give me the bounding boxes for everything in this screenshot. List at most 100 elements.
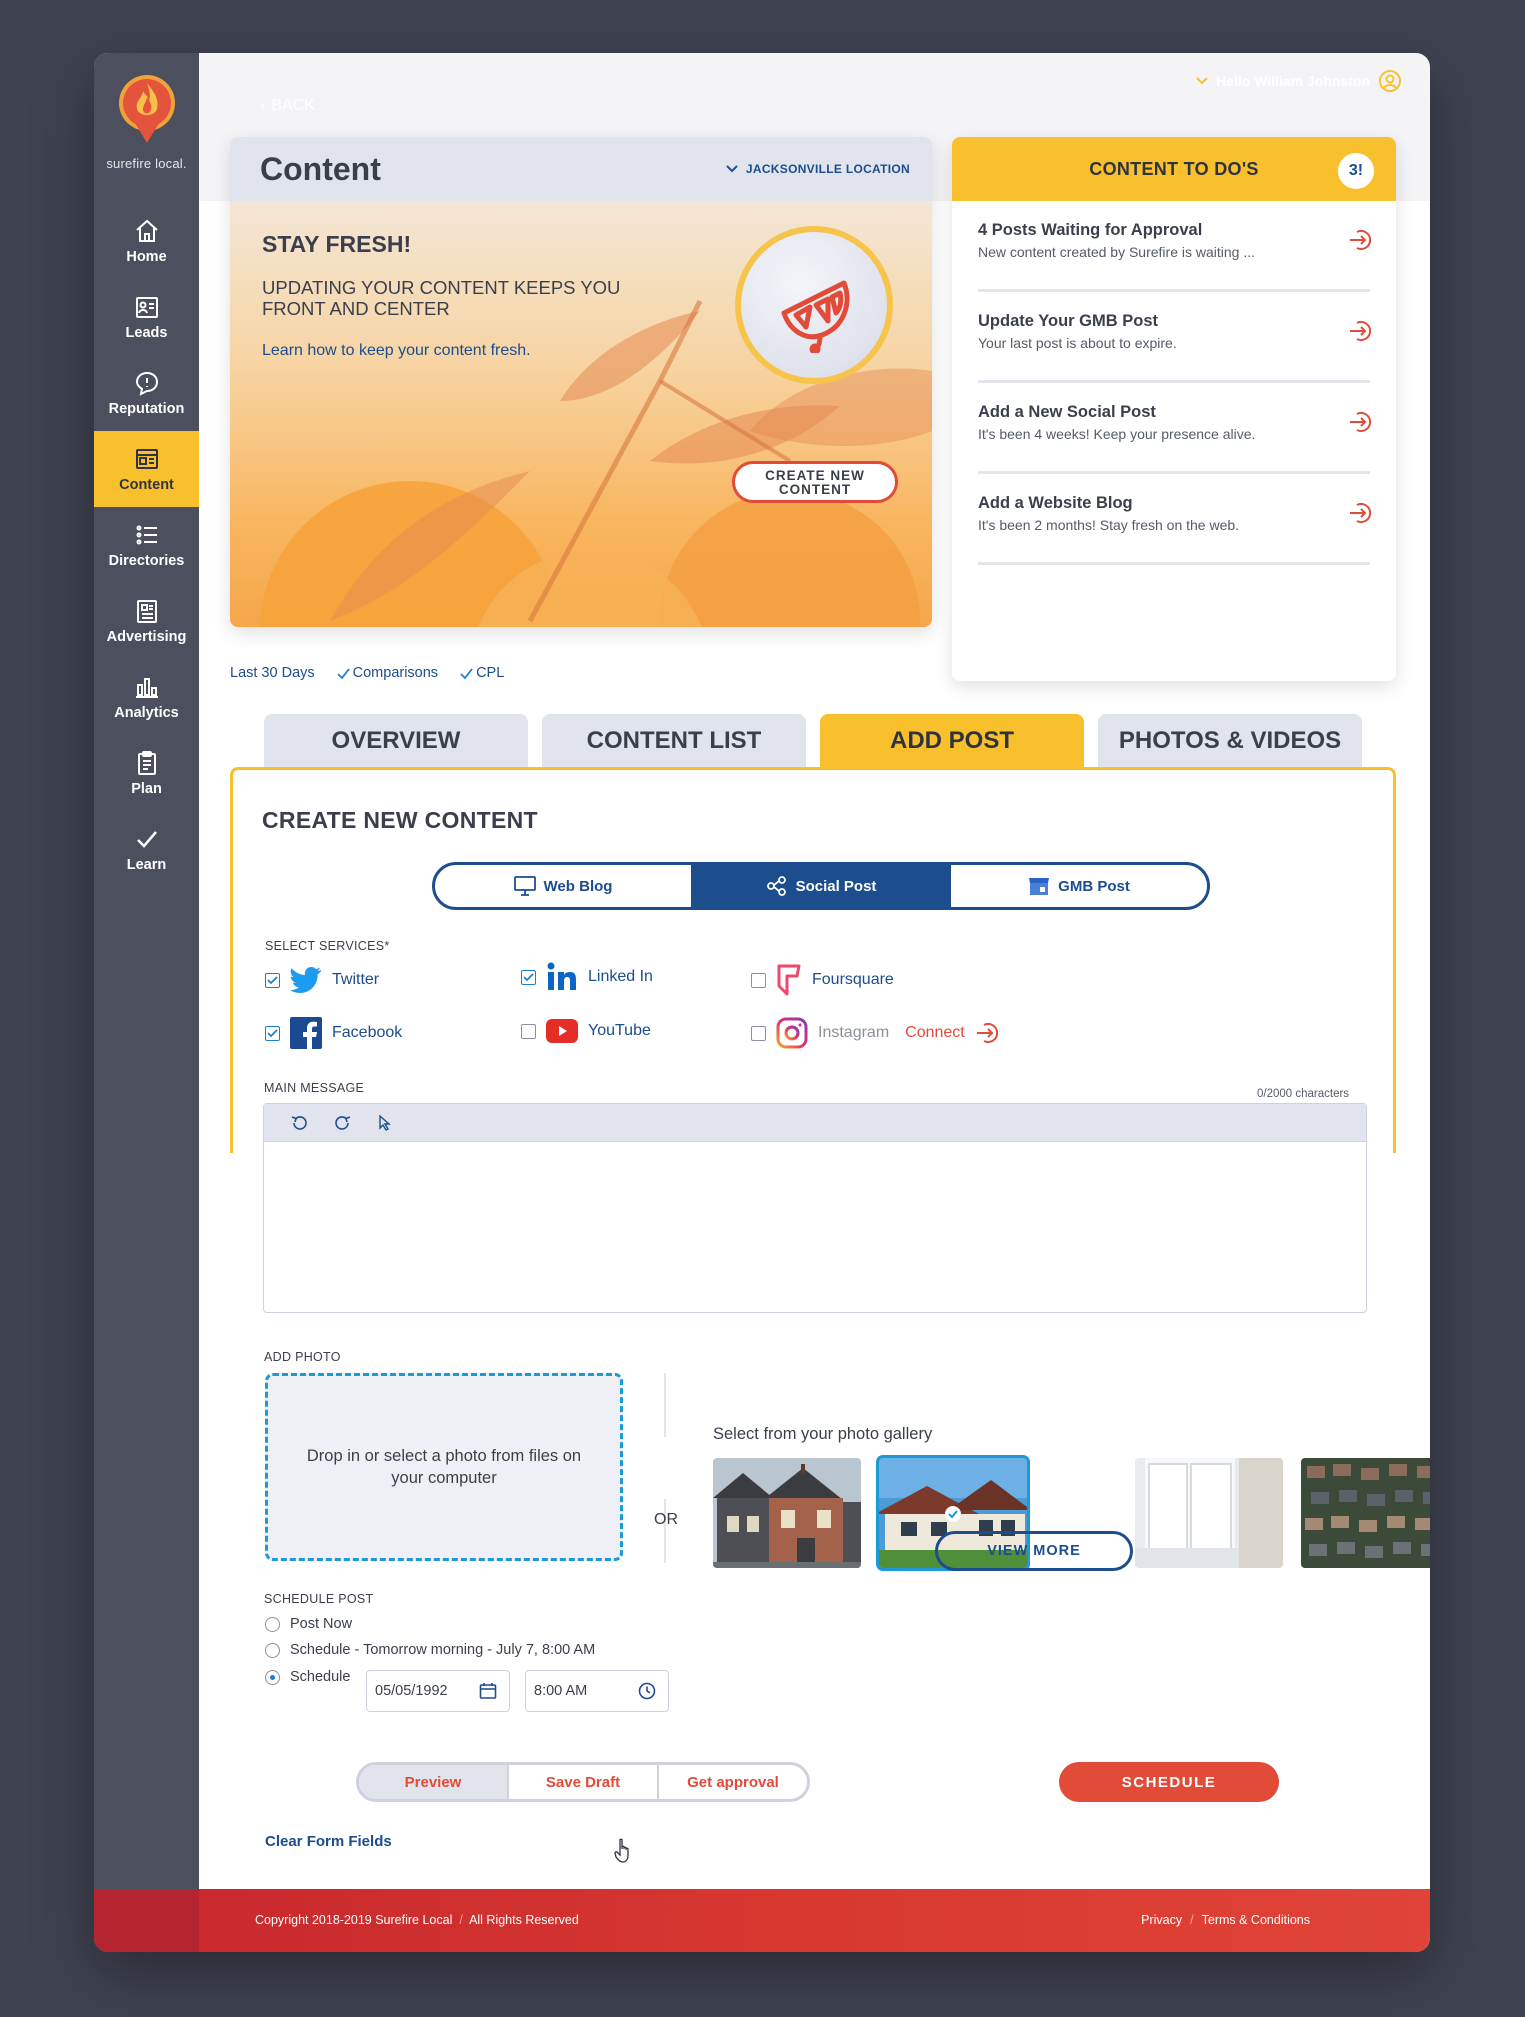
gmb-post-option[interactable]: GMB Post — [951, 865, 1207, 907]
content-todos-card: CONTENT TO DO'S 3! 4 Posts Waiting for A… — [952, 137, 1396, 681]
service-twitter[interactable]: Twitter — [265, 966, 379, 994]
todos-title: CONTENT TO DO'S — [1089, 158, 1259, 179]
undo-icon[interactable] — [290, 1114, 308, 1132]
comparisons-toggle[interactable]: Comparisons — [337, 665, 438, 681]
foursquare-checkbox[interactable] — [751, 972, 766, 988]
todo-item[interactable]: Add a New Social Post It's been 4 weeks!… — [978, 383, 1372, 474]
facebook-checkbox[interactable] — [265, 1025, 280, 1041]
todo-description: Your last post is about to expire. — [978, 335, 1177, 351]
tab-add-post[interactable]: ADD POST — [820, 714, 1084, 768]
sidebar-item-plan[interactable]: Plan — [94, 735, 199, 811]
gallery-photo[interactable] — [1301, 1458, 1430, 1568]
tab-overview[interactable]: OVERVIEW — [264, 714, 528, 768]
hero-learn-link[interactable]: Learn how to keep your content fresh. — [262, 342, 531, 360]
preview-button[interactable]: Preview — [359, 1765, 509, 1799]
sidebar-item-reputation[interactable]: Reputation — [94, 355, 199, 431]
social-post-option[interactable]: Social Post — [693, 865, 951, 907]
create-new-content-button[interactable]: CREATE NEW CONTENT — [732, 461, 898, 503]
sidebar-item-advertising[interactable]: Advertising — [94, 583, 199, 659]
todo-item[interactable]: 4 Posts Waiting for Approval New content… — [978, 201, 1372, 292]
logo-flame-icon — [118, 75, 175, 143]
sidebar-item-label: Directories — [108, 553, 185, 569]
arrow-right-circle-icon[interactable] — [1348, 318, 1374, 344]
hero-subheadline: UPDATING YOUR CONTENT KEEPS YOU FRONT AN… — [262, 277, 621, 319]
arrow-right-circle-icon[interactable] — [1348, 227, 1374, 253]
date-range-filter[interactable]: Last 30 Days — [230, 665, 315, 681]
sidebar-item-leads[interactable]: Leads — [94, 279, 199, 355]
gallery-photo[interactable] — [713, 1458, 861, 1568]
advertising-icon — [136, 600, 157, 623]
instagram-label: Instagram — [818, 1024, 890, 1041]
tab-photos-videos[interactable]: PHOTOS & VIDEOS — [1098, 714, 1362, 768]
arrow-right-circle-icon[interactable] — [1348, 409, 1374, 435]
gallery-title: Select from your photo gallery — [713, 1425, 933, 1443]
location-selector[interactable]: JACKSONVILLE LOCATION — [726, 162, 910, 176]
service-linkedin[interactable]: Linked In — [521, 962, 653, 992]
twitter-checkbox[interactable] — [265, 972, 280, 988]
content-icon — [135, 449, 158, 469]
arrow-right-circle-icon[interactable] — [975, 1020, 1001, 1046]
post-now-option[interactable]: Post Now — [265, 1616, 352, 1632]
schedule-custom-radio[interactable] — [265, 1669, 280, 1685]
sidebar-item-home[interactable]: Home — [94, 203, 199, 279]
or-separator: OR — [654, 1511, 678, 1528]
character-counter: 0/2000 characters — [1257, 1088, 1350, 1100]
page-title: Content — [260, 150, 381, 187]
post-now-radio[interactable] — [265, 1616, 280, 1632]
youtube-checkbox[interactable] — [521, 1023, 536, 1039]
hero-banner: STAY FRESH! UPDATING YOUR CONTENT KEEPS … — [230, 201, 932, 627]
terms-link[interactable]: Terms & Conditions — [1202, 1913, 1310, 1927]
rights-label: All Rights Reserved — [469, 1913, 579, 1927]
arrow-right-circle-icon[interactable] — [1348, 500, 1374, 526]
sidebar-item-directories[interactable]: Directories — [94, 507, 199, 583]
dropzone-text: Drop in or select a photo from files on … — [306, 1447, 582, 1487]
services-label: SELECT SERVICES* — [265, 939, 390, 953]
schedule-button[interactable]: SCHEDULE — [1059, 1762, 1279, 1802]
todo-item[interactable]: Add a Website Blog It's been 2 months! S… — [978, 474, 1372, 565]
linkedin-checkbox[interactable] — [521, 969, 536, 985]
back-label: BACK — [271, 97, 315, 114]
sidebar-item-label: Plan — [131, 781, 162, 797]
sidebar-item-content[interactable]: Content — [94, 431, 199, 507]
share-icon — [766, 876, 786, 896]
footer-separator: / — [455, 1913, 467, 1927]
sidebar-item-learn[interactable]: Learn — [94, 811, 199, 887]
privacy-link[interactable]: Privacy — [1141, 1913, 1182, 1927]
clock-icon[interactable] — [638, 1682, 656, 1700]
instagram-connect-link[interactable]: Connect — [905, 1024, 965, 1042]
schedule-custom-option[interactable]: Schedule — [265, 1669, 350, 1685]
back-link[interactable]: ‹ BACK — [260, 97, 315, 115]
view-more-button[interactable]: VIEW MORE — [935, 1531, 1133, 1571]
service-foursquare[interactable]: Foursquare — [751, 964, 894, 996]
todo-item[interactable]: Update Your GMB Post Your last post is a… — [978, 292, 1372, 383]
content-hero-card: Content JACKSONVILLE LOCATION STAY FRESH… — [230, 137, 932, 627]
service-youtube[interactable]: YouTube — [521, 1019, 651, 1043]
date-field[interactable]: 05/05/1992 — [366, 1670, 510, 1712]
schedule-tomorrow-option[interactable]: Schedule - Tomorrow morning - July 7, 8:… — [265, 1642, 595, 1658]
service-facebook[interactable]: Facebook — [265, 1017, 402, 1049]
clear-form-link[interactable]: Clear Form Fields — [265, 1833, 392, 1850]
pointer-icon[interactable] — [378, 1114, 392, 1131]
sidebar-item-analytics[interactable]: Analytics — [94, 659, 199, 735]
service-instagram[interactable]: Instagram Connect — [751, 1017, 1001, 1049]
app-window: surefire local. Home Leads Reputation Co… — [94, 53, 1430, 1952]
photo-dropzone[interactable]: Drop in or select a photo from files on … — [265, 1373, 623, 1561]
directories-icon — [136, 525, 157, 545]
content-tabs: OVERVIEW CONTENT LIST ADD POST PHOTOS & … — [264, 714, 1362, 768]
schedule-label: SCHEDULE POST — [264, 1592, 374, 1606]
save-draft-button[interactable]: Save Draft — [509, 1765, 659, 1799]
calendar-icon[interactable] — [479, 1682, 497, 1700]
cpl-toggle[interactable]: CPL — [460, 665, 504, 681]
user-menu[interactable]: Hello William Johnston — [1196, 69, 1402, 93]
time-field[interactable]: 8:00 AM — [525, 1670, 669, 1712]
main-message-editor[interactable] — [263, 1103, 1367, 1313]
schedule-tomorrow-radio[interactable] — [265, 1642, 280, 1658]
gallery-photo[interactable] — [1135, 1458, 1283, 1568]
tab-content-list[interactable]: CONTENT LIST — [542, 714, 806, 768]
web-blog-option[interactable]: Web Blog — [435, 865, 693, 907]
footer-sidebar-block — [94, 1889, 199, 1952]
redo-icon[interactable] — [334, 1114, 352, 1132]
logo[interactable]: surefire local. — [104, 71, 189, 171]
get-approval-button[interactable]: Get approval — [659, 1765, 807, 1799]
instagram-checkbox[interactable] — [751, 1025, 766, 1041]
